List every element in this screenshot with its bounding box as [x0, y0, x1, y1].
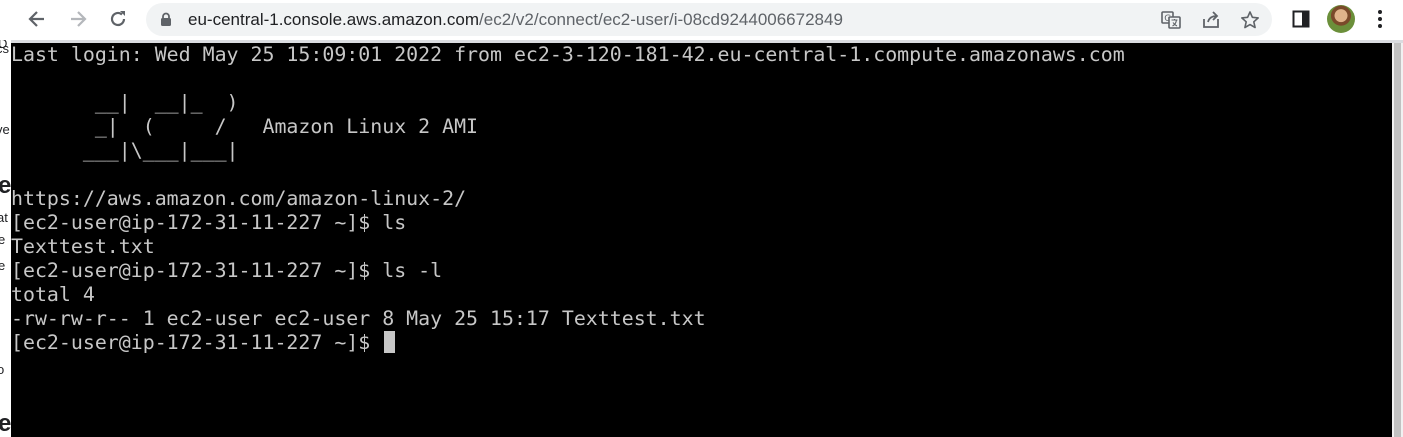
terminal-line-ascii-art: ___|\___|___|: [11, 139, 239, 162]
terminal-window[interactable]: Last login: Wed May 25 15:09:01 2022 fro…: [11, 43, 1392, 437]
url-path: /ec2/v2/connect/ec2-user/i-08cd924400667…: [479, 10, 843, 29]
translate-icon[interactable]: G: [1158, 8, 1184, 32]
page-fragment: at: [0, 210, 8, 225]
reload-icon[interactable]: [103, 5, 133, 33]
page-fragment: o: [0, 362, 5, 377]
terminal-line-command: [ec2-user@ip-172-31-11-227 ~]$ ls: [11, 211, 407, 234]
back-arrow-icon[interactable]: [22, 5, 52, 33]
share-icon[interactable]: [1198, 8, 1224, 32]
terminal-prompt: [ec2-user@ip-172-31-11-227 ~]$: [11, 331, 383, 354]
scrollbar-thumb[interactable]: [1394, 43, 1401, 437]
terminal-cursor: [384, 331, 396, 353]
page-fragment: e: [0, 410, 11, 437]
kebab-menu-icon[interactable]: [1365, 5, 1395, 33]
underlying-page-edge: D cs ve e at e e o e: [0, 40, 11, 437]
terminal-prompt-line[interactable]: [ec2-user@ip-172-31-11-227 ~]$: [11, 331, 396, 355]
terminal-line-ascii-art: _| ( / Amazon Linux 2 AMI: [11, 115, 479, 138]
page-fragment: e: [0, 232, 6, 247]
terminal-line-command: [ec2-user@ip-172-31-11-227 ~]$ ls -l: [11, 259, 443, 282]
terminal-line-output: Texttest.txt: [11, 235, 155, 258]
terminal-line-ascii-art: __| __|_ ): [11, 91, 239, 114]
terminal-line-output: -rw-rw-r-- 1 ec2-user ec2-user 8 May 25 …: [11, 307, 706, 330]
star-icon[interactable]: [1237, 8, 1263, 32]
page-fragment: e: [0, 172, 11, 199]
page-fragment: cs: [0, 41, 9, 56]
forward-arrow-icon[interactable]: [63, 5, 93, 33]
terminal-scrollbar[interactable]: [1392, 43, 1403, 437]
lock-icon[interactable]: [160, 12, 172, 32]
terminal-line-last-login: Last login: Wed May 25 15:09:01 2022 fro…: [11, 43, 1125, 66]
terminal-line-url: https://aws.amazon.com/amazon-linux-2/: [11, 187, 467, 210]
page-fragment: e: [0, 258, 6, 273]
address-bar[interactable]: eu-central-1.console.aws.amazon.com/ec2/…: [146, 3, 1272, 36]
url-text[interactable]: eu-central-1.console.aws.amazon.com/ec2/…: [188, 10, 843, 29]
page-fragment: ve: [0, 122, 10, 137]
url-host: eu-central-1.console.aws.amazon.com: [188, 10, 480, 29]
browser-toolbar: eu-central-1.console.aws.amazon.com/ec2/…: [0, 0, 1403, 40]
side-panel-icon[interactable]: [1286, 5, 1316, 33]
profile-avatar[interactable]: [1327, 5, 1355, 33]
terminal-line-output: total 4: [11, 283, 95, 306]
